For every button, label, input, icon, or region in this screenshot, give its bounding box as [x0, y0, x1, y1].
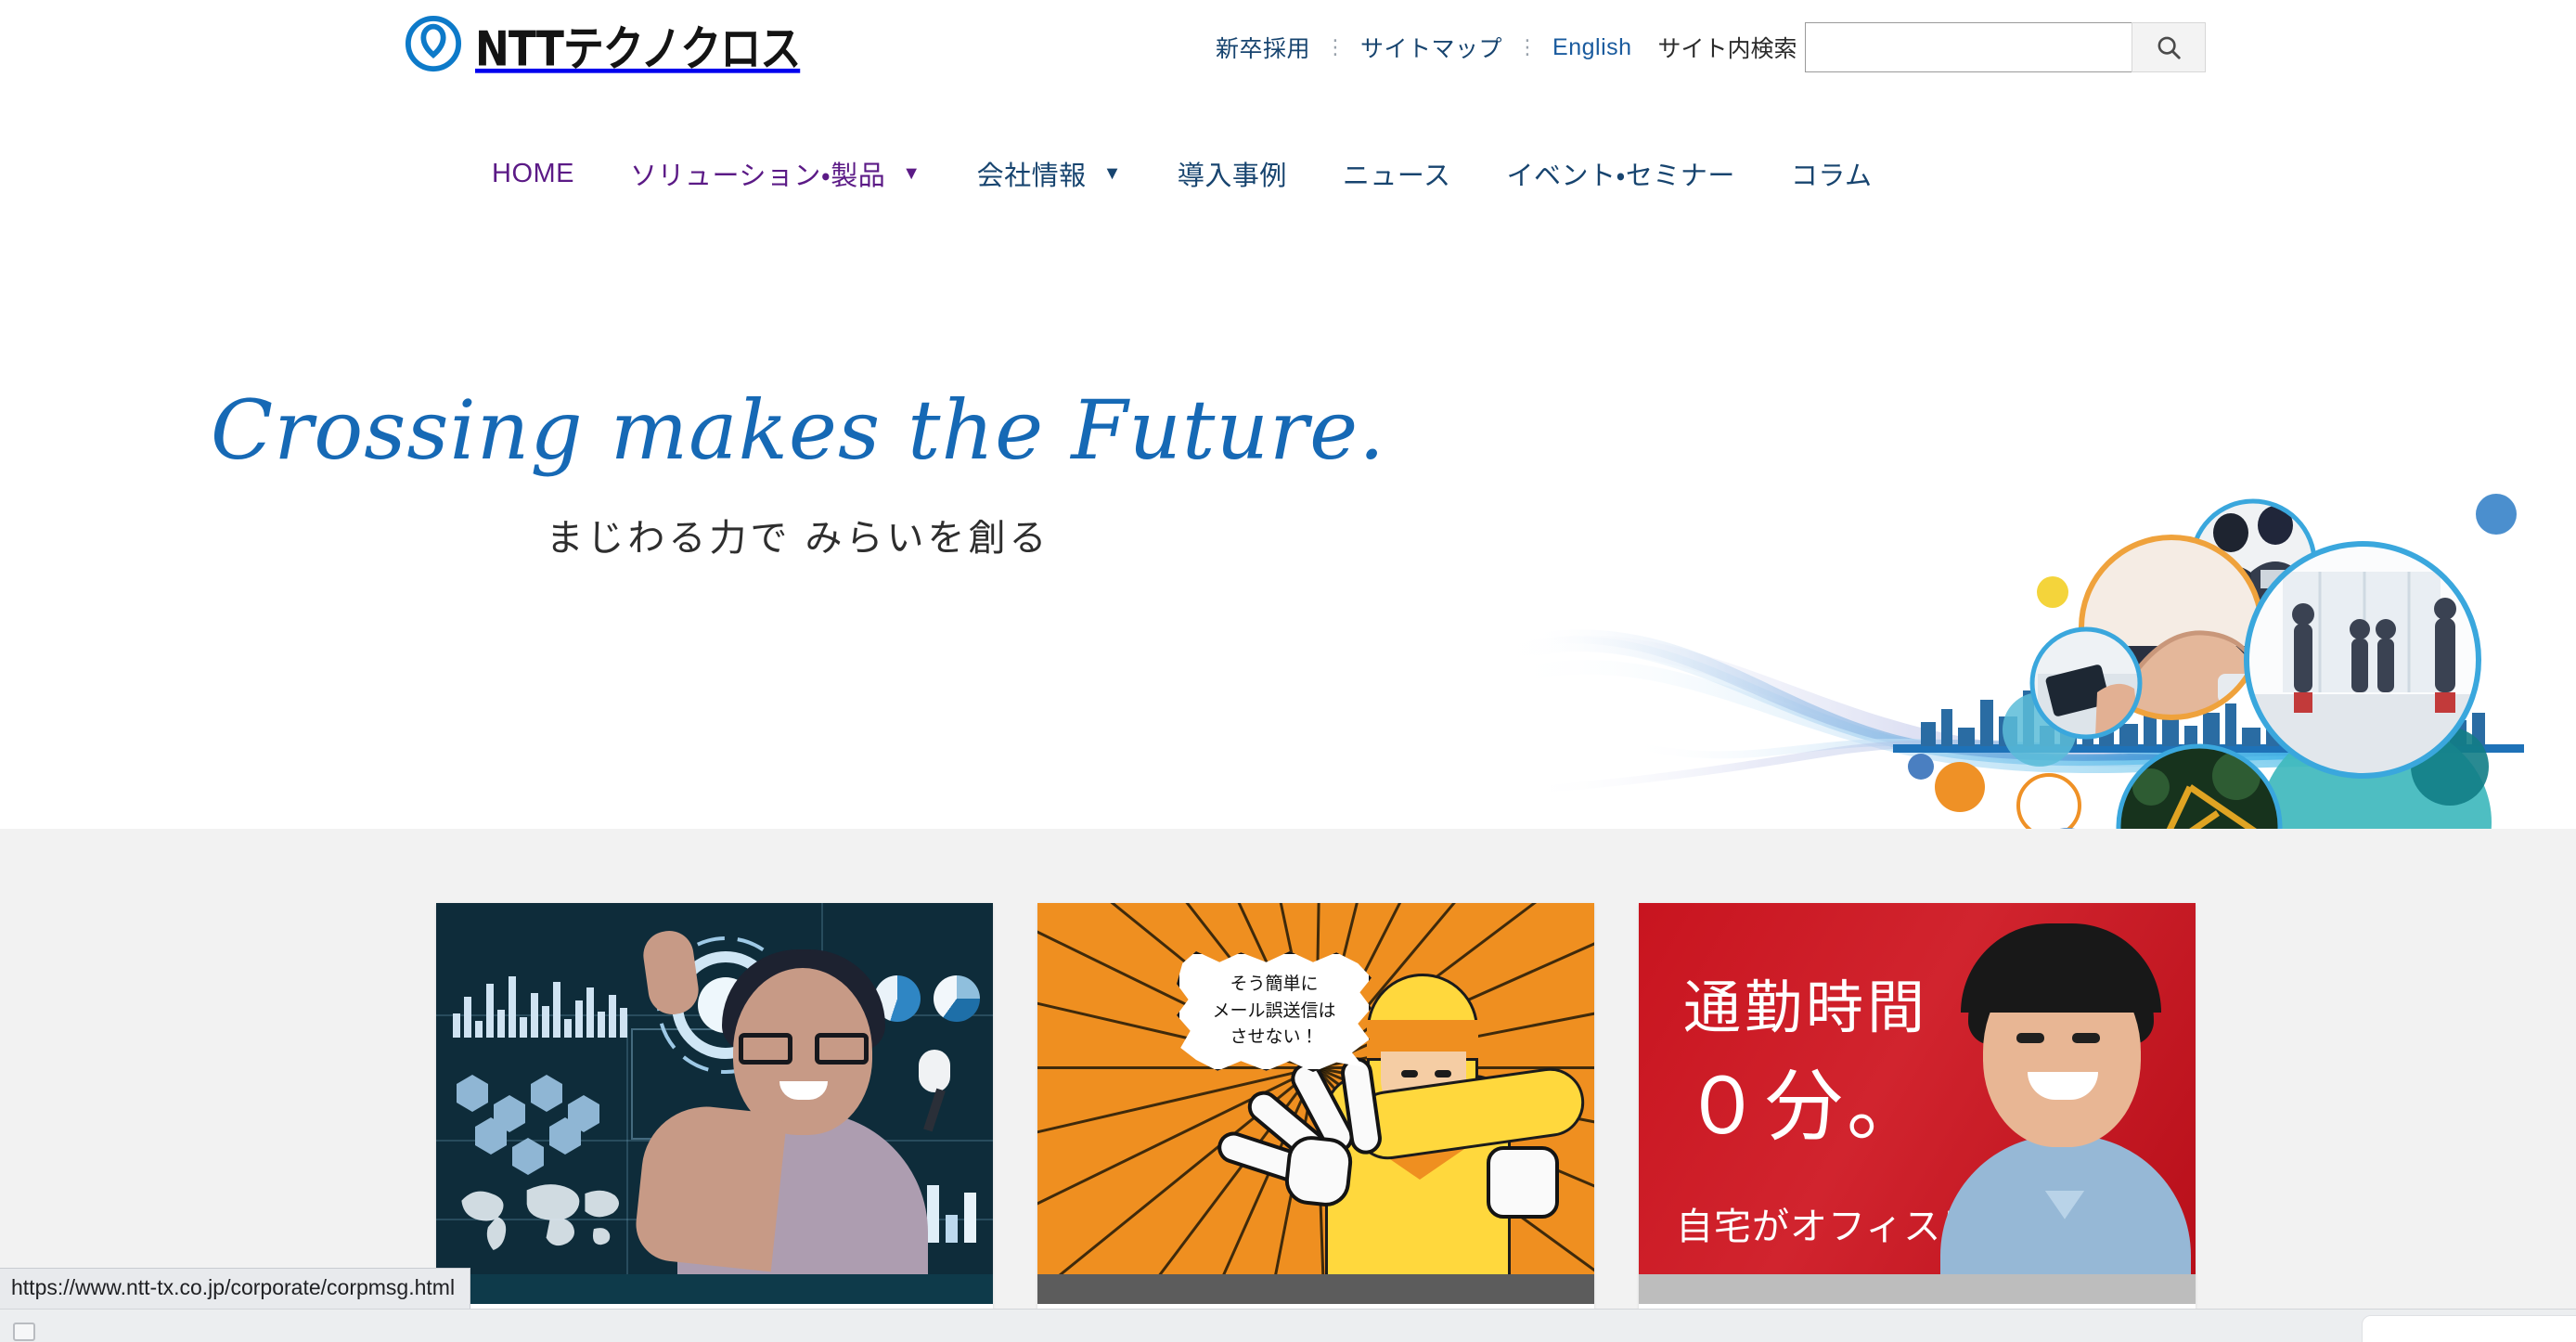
browser-viewport: NTTテクノクロス 新卒採用 ⋮ サイトマップ ⋮ English サイト内検索: [0, 0, 2576, 1309]
chevron-down-icon: ▼: [902, 163, 921, 184]
card-color-band: [436, 1274, 993, 1304]
site-header: NTTテクノクロス 新卒採用 ⋮ サイトマップ ⋮ English サイト内検索: [0, 0, 2576, 147]
hero-wave-circles-illustration: [1494, 494, 2524, 829]
hero-tagline-english: Crossing makes the Future.: [210, 382, 1386, 478]
logo-wordmark: NTTテクノクロス: [475, 21, 801, 78]
speech-bubble-text: そう簡単に メール誤送信は させない！: [1212, 974, 1336, 1048]
analyst-figure: [632, 927, 956, 1274]
featured-card[interactable]: そう簡単に メール誤送信は させない！ メール誤送信防止＋暗号化: [1037, 903, 1594, 1309]
utility-separator: ⋮: [1325, 35, 1346, 58]
superhero-comic-illustration: そう簡単に メール誤送信は させない！: [1037, 903, 1594, 1274]
card-color-band: [1037, 1274, 1594, 1304]
nav-item-label: イベント・セミナー: [1506, 161, 1735, 191]
os-taskbar-strip: [0, 1309, 2576, 1342]
utility-link-english[interactable]: English: [1552, 34, 1632, 61]
search-submit-button[interactable]: [2131, 22, 2206, 72]
telework-headline-line1: 通勤時間: [1683, 976, 1929, 1040]
nav-item-label: ソリューション・製品: [630, 161, 886, 191]
nav-item-label: 導入事例: [1177, 161, 1287, 191]
telework-person-figure: [1931, 903, 2196, 1274]
featured-cards-section: コンタクトセンターAIソリューション: [0, 829, 2576, 1309]
nav-item-company-info[interactable]: 会社情報 ▼: [977, 154, 1122, 193]
utility-separator: ⋮: [1517, 35, 1539, 58]
site-logo[interactable]: NTTテクノクロス: [405, 15, 801, 77]
telework-red-banner-photo: 通勤時間 ０分。 自宅がオフィスに早変わり。: [1639, 903, 2196, 1274]
nav-item-news[interactable]: ニュース: [1343, 154, 1451, 193]
nav-item-events-seminars[interactable]: イベント・セミナー: [1506, 154, 1734, 193]
telework-headline-line2: ０分。: [1683, 1063, 1929, 1150]
nav-item-label: ニュース: [1342, 161, 1451, 191]
hero-copy: Crossing makes the Future. まじわる力で みらいを創る: [195, 382, 1401, 561]
nav-item-label: コラム: [1790, 161, 1873, 191]
os-popup-panel[interactable]: [2362, 1315, 2576, 1342]
site-search-label: サイト内検索: [1657, 36, 1797, 62]
featured-card[interactable]: コンタクトセンターAIソリューション: [436, 903, 993, 1309]
speech-bubble: そう簡単に メール誤送信は させない！: [1177, 951, 1372, 1072]
search-icon: [2157, 36, 2181, 59]
world-map-icon: [461, 1184, 620, 1250]
chevron-down-icon: ▼: [1102, 163, 1122, 184]
browser-status-url: https://www.ntt-tx.co.jp/corporate/corpm…: [0, 1268, 471, 1309]
hero-tagline-japanese: まじわる力で みらいを創る: [546, 517, 1050, 559]
utility-link-recruit[interactable]: 新卒採用: [1216, 31, 1310, 64]
main-navigation: HOME ソリューション・製品 ▼ 会社情報 ▼ 導入事例 ニュース イベント・…: [0, 147, 2576, 200]
nav-item-column[interactable]: コラム: [1791, 154, 1873, 193]
hero-section: Crossing makes the Future. まじわる力で みらいを創る: [0, 200, 2576, 829]
featured-cards-row: コンタクトセンターAIソリューション: [436, 903, 2196, 1309]
ntt-logo-mark-icon: [405, 16, 462, 72]
nav-item-home[interactable]: HOME: [492, 159, 574, 189]
nav-item-solutions-products[interactable]: ソリューション・製品 ▼: [630, 154, 921, 193]
window-tray-icon[interactable]: [13, 1323, 35, 1341]
featured-card[interactable]: 通勤時間 ０分。 自宅がオフィスに早変わり。: [1639, 903, 2196, 1309]
site-search: [1804, 22, 2206, 72]
analyst-data-dashboard-photo: [436, 903, 993, 1274]
main-nav-list: HOME ソリューション・製品 ▼ 会社情報 ▼ 導入事例 ニュース イベント・…: [492, 147, 1872, 200]
utility-link-sitemap[interactable]: サイトマップ: [1360, 31, 1502, 64]
search-input[interactable]: [1804, 22, 2132, 72]
nav-item-label: 会社情報: [976, 161, 1087, 191]
card-color-band: [1639, 1274, 2196, 1304]
utility-nav: 新卒採用 ⋮ サイトマップ ⋮ English サイト内検索: [1216, 22, 2206, 72]
nav-item-case-studies[interactable]: 導入事例: [1178, 154, 1287, 193]
nav-item-label: HOME: [492, 158, 574, 188]
